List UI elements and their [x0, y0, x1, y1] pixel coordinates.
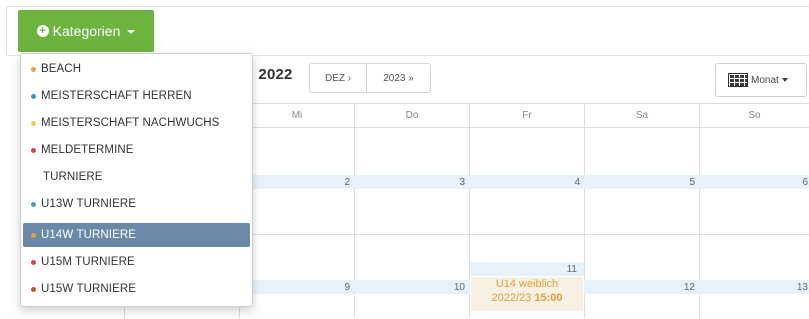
day-header-wed: Mi [291, 110, 303, 121]
menu-item-u15m-turniere[interactable]: U15M TURNIERE [23, 251, 250, 273]
next-year-button[interactable]: 2023 » [367, 63, 431, 93]
menu-item-meisterschaft-herren[interactable]: MEISTERSCHAFT HERREN [23, 85, 250, 107]
prev-month-button[interactable]: DEZ › [309, 63, 367, 93]
event-title: U14 weiblich [495, 278, 559, 290]
day-header-thu: Do [405, 110, 419, 121]
menu-item-u13w-turniere[interactable]: U13W TURNIERE [23, 193, 250, 215]
menu-item-label: TURNIERE [43, 171, 103, 183]
day-header-sun: So [748, 110, 761, 121]
plus-circle-icon: + [36, 25, 49, 37]
category-color-dot [31, 232, 36, 238]
calendar-event[interactable]: U14 weiblich 2022/23 15:00 [471, 277, 583, 311]
day-number[interactable]: 6 [700, 177, 808, 188]
menu-item-label: U13W TURNIERE [41, 198, 137, 210]
category-color-dot [31, 93, 36, 99]
category-color-dot [31, 66, 36, 72]
day-number[interactable]: 10 [355, 282, 465, 293]
category-color-dot [31, 147, 36, 153]
caret-down-icon [781, 78, 788, 82]
day-number[interactable]: 11 [470, 264, 577, 275]
menu-item-u15w-turniere[interactable]: U15W TURNIERE [23, 278, 250, 300]
category-color-dot [31, 259, 36, 265]
day-number[interactable]: 9 [240, 282, 350, 293]
day-number[interactable]: 4 [470, 177, 580, 188]
menu-item-label: MELDETERMINE [41, 144, 134, 156]
day-number[interactable]: 5 [585, 177, 695, 188]
event-season-time: 2022/23 15:00 [471, 291, 583, 305]
event-time: 15:00 [534, 292, 563, 304]
menu-item-meldetermine[interactable]: MELDETERMINE [23, 139, 250, 161]
menu-item-label: U15M TURNIERE [41, 256, 135, 268]
event-season: 2022/23 [491, 292, 532, 304]
categories-label: Kategorien [52, 23, 121, 39]
menu-item-turniere[interactable]: TURNIERE [23, 166, 250, 188]
month-nav: DEZ › 2023 » [309, 63, 431, 93]
menu-item-label: U15W TURNIERE [41, 283, 137, 295]
day-number[interactable]: 3 [355, 177, 465, 188]
day-number[interactable]: 13 [700, 282, 808, 293]
category-color-dot [31, 201, 36, 207]
categories-menu: BEACH MEISTERSCHAFT HERREN MEISTERSCHAFT… [20, 53, 253, 307]
menu-item-u14w-turniere[interactable]: U14W TURNIERE [23, 223, 250, 247]
menu-item-meisterschaft-nachwuchs[interactable]: MEISTERSCHAFT NACHWUCHS [23, 112, 250, 134]
category-color-dot [31, 286, 36, 292]
menu-item-beach[interactable]: BEACH [23, 58, 250, 80]
day-number[interactable]: 12 [585, 282, 695, 293]
menu-item-label: MEISTERSCHAFT NACHWUCHS [41, 117, 220, 129]
day-header-sat: Sa [635, 110, 649, 121]
calendar-grid-icon [728, 73, 748, 87]
menu-item-label: MEISTERSCHAFT HERREN [41, 90, 192, 102]
caret-down-icon [127, 30, 136, 34]
category-color-dot [31, 120, 36, 126]
menu-item-label: U14W TURNIERE [41, 229, 137, 241]
categories-dropdown-button[interactable]: + Kategorien [18, 10, 154, 52]
menu-item-label: BEACH [41, 63, 82, 75]
view-selector[interactable]: Monat [715, 63, 807, 97]
view-label: Monat [751, 74, 779, 86]
day-number[interactable]: 2 [240, 177, 350, 188]
day-header-fri: Fr [522, 110, 532, 121]
